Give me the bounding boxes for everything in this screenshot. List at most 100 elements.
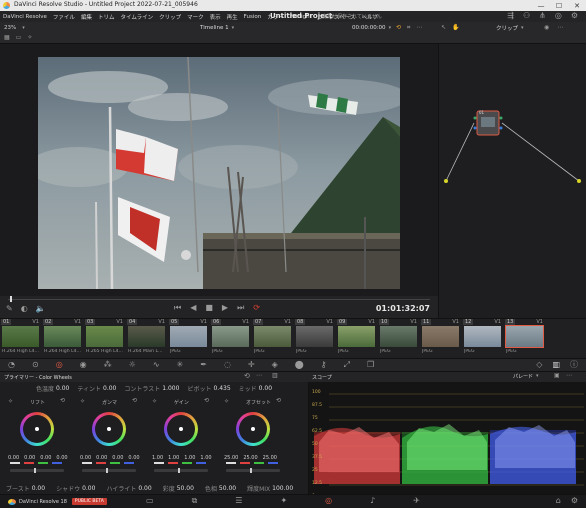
play-reverse-icon[interactable]: ◀ xyxy=(190,304,196,312)
timeline-selector[interactable]: Timeline 1 ▾ xyxy=(200,23,234,33)
clip-thumbnail[interactable]: 10 V1 JPEG xyxy=(378,319,420,359)
keyframe-icon[interactable]: ◇ xyxy=(536,361,542,369)
menu-item[interactable]: クリップ xyxy=(159,13,181,21)
menu-item[interactable]: マーク xyxy=(187,13,204,21)
scope-icon[interactable]: ◎ xyxy=(555,12,562,20)
source-timecode[interactable]: 00:00:00:00 ▾ xyxy=(352,23,391,33)
clip-thumbnail[interactable]: 12 V1 JPEG xyxy=(462,319,504,359)
3d-icon[interactable]: ❒ xyxy=(367,361,374,369)
param-field[interactable]: ティント 0.00 xyxy=(77,384,120,393)
key-icon[interactable]: ⚷ xyxy=(321,361,327,369)
wheel-reset-icon[interactable]: ⟲ xyxy=(204,398,209,404)
wheel-reset-icon[interactable]: ⟲ xyxy=(132,398,137,404)
lightbox-icon[interactable]: ⇶ xyxy=(507,12,514,20)
share-icon[interactable]: ⋔ xyxy=(539,12,546,20)
scope-mode-selector[interactable]: パレード ▾ xyxy=(513,373,539,381)
wheel-value[interactable]: 0.00 xyxy=(128,455,139,461)
wheel-value[interactable]: 0.00 xyxy=(40,455,51,461)
settings-icon[interactable]: ⚙ xyxy=(571,497,578,505)
param-field[interactable]: シャドウ 0.00 xyxy=(56,484,101,493)
master-wheel-slider[interactable] xyxy=(10,468,64,473)
scope-toggle-icon[interactable]: ▥ xyxy=(552,361,560,369)
param-field[interactable]: ピボット 0.435 xyxy=(187,384,234,393)
edit-page-icon[interactable]: ☰ xyxy=(235,497,242,505)
color-wheels-icon[interactable]: ◎ xyxy=(56,361,63,369)
minimize-button[interactable]: — xyxy=(532,2,550,10)
menu-item[interactable]: トリム xyxy=(98,13,115,21)
clip-thumbnail[interactable]: 05 V1 JPEG xyxy=(168,319,210,359)
camera-raw-icon[interactable]: ◔ xyxy=(8,361,15,369)
highlight-icon[interactable]: ◐ xyxy=(21,305,28,313)
color-page-icon[interactable]: ◎ xyxy=(325,497,332,505)
stop-icon[interactable]: ■ xyxy=(205,304,213,312)
master-wheel-slider[interactable] xyxy=(226,468,280,473)
wheel-reset-icon[interactable]: ⟲ xyxy=(276,398,281,404)
clip-thumbnail[interactable]: 02 V1 H.264 High L4... xyxy=(42,319,84,359)
menu-item[interactable]: 再生 xyxy=(227,13,238,21)
fusion-page-icon[interactable]: ✦ xyxy=(280,497,287,505)
master-wheel-slider[interactable] xyxy=(82,468,136,473)
wheel-option-icon[interactable]: ✧ xyxy=(224,399,229,405)
skip-start-icon[interactable]: ⏮ xyxy=(174,304,181,312)
audio-icon[interactable]: 🔈 xyxy=(36,305,46,313)
menu-item[interactable]: 編集 xyxy=(81,13,92,21)
clip-thumbnail[interactable]: 03 V1 H.265 High L4... xyxy=(84,319,126,359)
bypass-icon[interactable]: ⟲ xyxy=(396,25,401,31)
param-field[interactable]: コントラスト 1.000 xyxy=(124,384,183,393)
qualifier-icon[interactable]: ✒ xyxy=(200,361,207,369)
more-icon[interactable]: ⋯ xyxy=(566,373,572,379)
param-field[interactable]: ハイライト 0.00 xyxy=(106,484,157,493)
wheel-value[interactable]: 25.00 xyxy=(263,455,277,461)
wheel-value[interactable]: 1.00 xyxy=(152,455,163,461)
home-icon[interactable]: ⌂ xyxy=(556,497,561,505)
menu-item[interactable]: DaVinci Resolve xyxy=(3,14,47,20)
wheel-option-icon[interactable]: ✧ xyxy=(80,399,85,405)
blur-icon[interactable]: ⬤ xyxy=(295,361,304,369)
hdr-icon[interactable]: ◉ xyxy=(80,361,87,369)
pen-icon[interactable]: ✎ xyxy=(6,305,13,313)
split-view-icon[interactable]: ▭ xyxy=(16,35,22,41)
wheel-value[interactable]: 1.00 xyxy=(184,455,195,461)
bars-mode-icon[interactable]: ▥ xyxy=(272,373,278,379)
wheel-center[interactable] xyxy=(251,427,255,431)
node-icon[interactable]: ⚇ xyxy=(523,12,530,20)
sizing-icon[interactable]: ⤢ xyxy=(344,361,350,369)
param-field[interactable]: ブースト 0.00 xyxy=(6,484,51,493)
cut-page-icon[interactable]: ⧉ xyxy=(192,497,198,505)
color-wheel[interactable] xyxy=(20,412,54,446)
tracker-icon[interactable]: ✛ xyxy=(248,361,255,369)
clip-thumbnail[interactable]: 01 V1 H.264 High L4... xyxy=(0,319,42,359)
wheel-center[interactable] xyxy=(179,427,183,431)
magic-mask-icon[interactable]: ◈ xyxy=(272,361,278,369)
hand-icon[interactable]: ✋ xyxy=(452,25,459,31)
param-field[interactable]: 彩度 50.00 xyxy=(163,484,200,493)
node-mode-selector[interactable]: クリップ ▾ xyxy=(496,23,524,33)
master-wheel-slider[interactable] xyxy=(154,468,208,473)
param-field[interactable]: 色温度 0.00 xyxy=(36,384,73,393)
rgb-mixer-icon[interactable]: ⁂ xyxy=(104,361,112,369)
window-icon[interactable]: ◌ xyxy=(224,361,231,369)
more-icon[interactable]: ⋯ xyxy=(416,25,422,31)
wheel-option-icon[interactable]: ✧ xyxy=(8,399,13,405)
motion-effects-icon[interactable]: ☼ xyxy=(129,361,136,369)
color-wheel[interactable] xyxy=(92,412,126,446)
panel-menu-icon[interactable]: ⋯ xyxy=(256,373,262,379)
color-wheel[interactable] xyxy=(164,412,198,446)
wheel-value[interactable]: 0.00 xyxy=(24,455,35,461)
wheel-value[interactable]: 0.00 xyxy=(8,455,19,461)
wheel-value[interactable]: 0.00 xyxy=(56,455,67,461)
wheel-value[interactable]: 0.00 xyxy=(80,455,91,461)
node-editor[interactable]: 01 xyxy=(438,44,586,318)
clip-thumbnail[interactable]: 04 V1 H.264 Main L... xyxy=(126,319,168,359)
fairlight-page-icon[interactable]: ♪ xyxy=(370,497,375,505)
wheel-reset-icon[interactable]: ⟲ xyxy=(60,398,65,404)
color-wheel[interactable] xyxy=(236,412,270,446)
close-button[interactable]: ✕ xyxy=(568,2,586,10)
menu-item[interactable]: 表示 xyxy=(210,13,221,21)
clip-thumbnail[interactable]: 08 V1 JPEG xyxy=(294,319,336,359)
wand-icon[interactable]: ✧ xyxy=(27,35,32,41)
playhead[interactable] xyxy=(10,296,12,302)
wheel-value[interactable]: 0.00 xyxy=(112,455,123,461)
wheel-value[interactable]: 1.00 xyxy=(168,455,179,461)
scope-view-icon[interactable]: ▣ xyxy=(554,373,560,379)
